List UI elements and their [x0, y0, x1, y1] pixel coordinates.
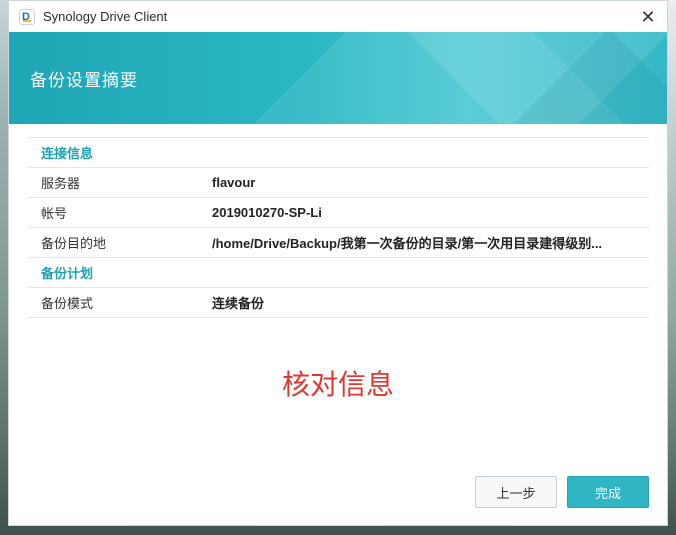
- desktop-background-right: [668, 0, 676, 535]
- summary-row-destination: 备份目的地 /home/Drive/Backup/我第一次备份的目录/第一次用目…: [28, 228, 649, 258]
- title-bar: D Synology Drive Client ✕: [9, 1, 667, 32]
- section-title: 备份计划: [41, 266, 94, 281]
- summary-row-server: 服务器 flavour: [28, 168, 649, 198]
- summary-row-account: 帐号 2019010270-SP-Li: [28, 198, 649, 228]
- synology-drive-icon: D: [19, 8, 35, 25]
- row-value: 连续备份: [212, 296, 265, 311]
- row-value: flavour: [212, 175, 256, 190]
- close-icon[interactable]: ✕: [639, 8, 657, 26]
- previous-button[interactable]: 上一步: [475, 476, 557, 508]
- row-value: 2019010270-SP-Li: [212, 205, 322, 220]
- row-value: /home/Drive/Backup/我第一次备份的目录/第一次用目录建得级别.…: [212, 236, 603, 251]
- section-header-connection: 连接信息: [28, 138, 649, 168]
- annotation-text: 核对信息: [281, 368, 394, 401]
- summary-row-mode: 备份模式 连续备份: [28, 288, 649, 318]
- row-label: 服务器: [41, 176, 81, 191]
- page-title: 备份设置摘要: [30, 71, 138, 90]
- header-banner: 备份设置摘要: [9, 32, 667, 124]
- row-label: 帐号: [41, 206, 68, 221]
- section-header-plan: 备份计划: [28, 258, 649, 288]
- window-title: Synology Drive Client: [43, 9, 168, 24]
- done-button[interactable]: 完成: [567, 476, 649, 508]
- summary-table: 连接信息 服务器 flavour 帐号 2019010270-SP-Li 备份目…: [28, 137, 649, 318]
- section-title: 连接信息: [41, 146, 94, 161]
- row-label: 备份模式: [41, 296, 94, 311]
- backup-summary-dialog: D Synology Drive Client ✕ 备份设置摘要 连接信息 服务…: [8, 0, 668, 526]
- desktop-background-left: [0, 0, 8, 535]
- row-label: 备份目的地: [41, 236, 107, 251]
